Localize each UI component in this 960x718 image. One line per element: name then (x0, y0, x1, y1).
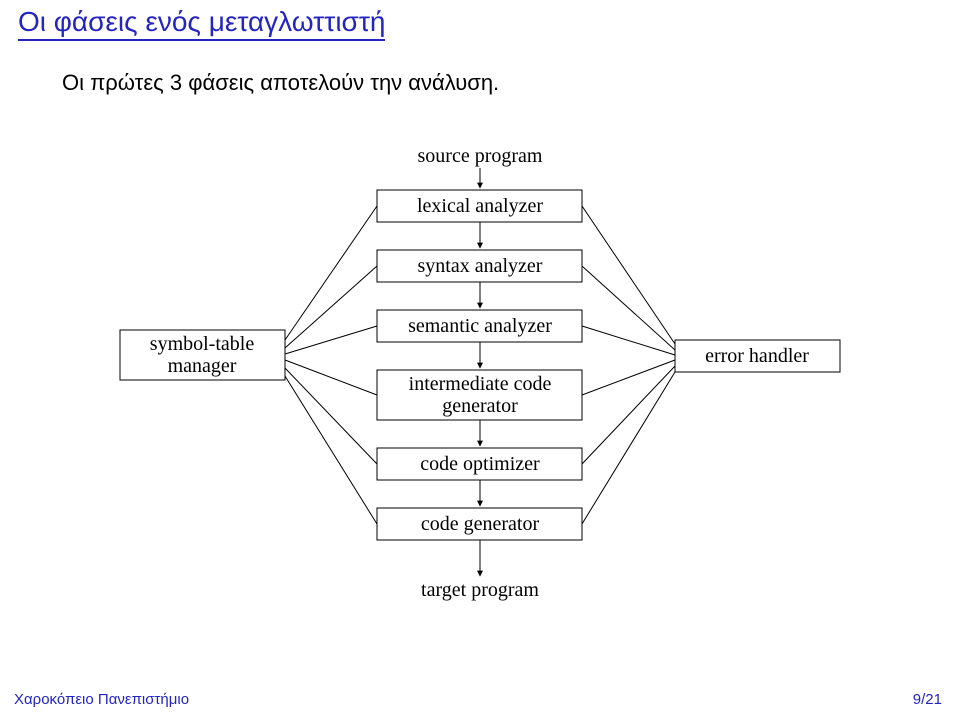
error-handler-box: error handler (675, 340, 840, 372)
phase-box-lexical: lexical analyzer (377, 190, 582, 222)
phase-box-semantic: semantic analyzer (377, 310, 582, 342)
symbol-table-label-2: manager (168, 355, 237, 377)
phase-label-semantic: semantic analyzer (408, 315, 552, 337)
phase-box-generator: code generator (377, 508, 582, 540)
symbol-table-label-1: symbol-table (150, 333, 255, 355)
phase-label-generator: code generator (421, 513, 540, 535)
phase-box-optimizer: code optimizer (377, 448, 582, 480)
symbol-table-box: symbol-table manager (120, 330, 285, 380)
phase-label-intermediate-1: intermediate code (409, 373, 552, 395)
phase-label-syntax: syntax analyzer (418, 255, 543, 277)
footer-university: Χαροκόπειο Πανεπιστήμιο (14, 691, 189, 708)
target-program-label: target program (421, 579, 539, 601)
source-program-label: source program (418, 145, 543, 167)
phase-label-optimizer: code optimizer (420, 453, 540, 475)
error-handler-links (582, 206, 675, 524)
phase-label-intermediate-2: generator (442, 395, 518, 417)
error-handler-label: error handler (705, 345, 809, 367)
compiler-phases-diagram: lexical analyzer syntax analyzer semanti… (0, 0, 960, 718)
phase-box-intermediate: intermediate code generator (377, 370, 582, 420)
phase-label-lexical: lexical analyzer (417, 195, 543, 217)
phase-box-syntax: syntax analyzer (377, 250, 582, 282)
footer-page-number: 9/21 (913, 691, 942, 708)
symbol-table-links (285, 206, 377, 524)
